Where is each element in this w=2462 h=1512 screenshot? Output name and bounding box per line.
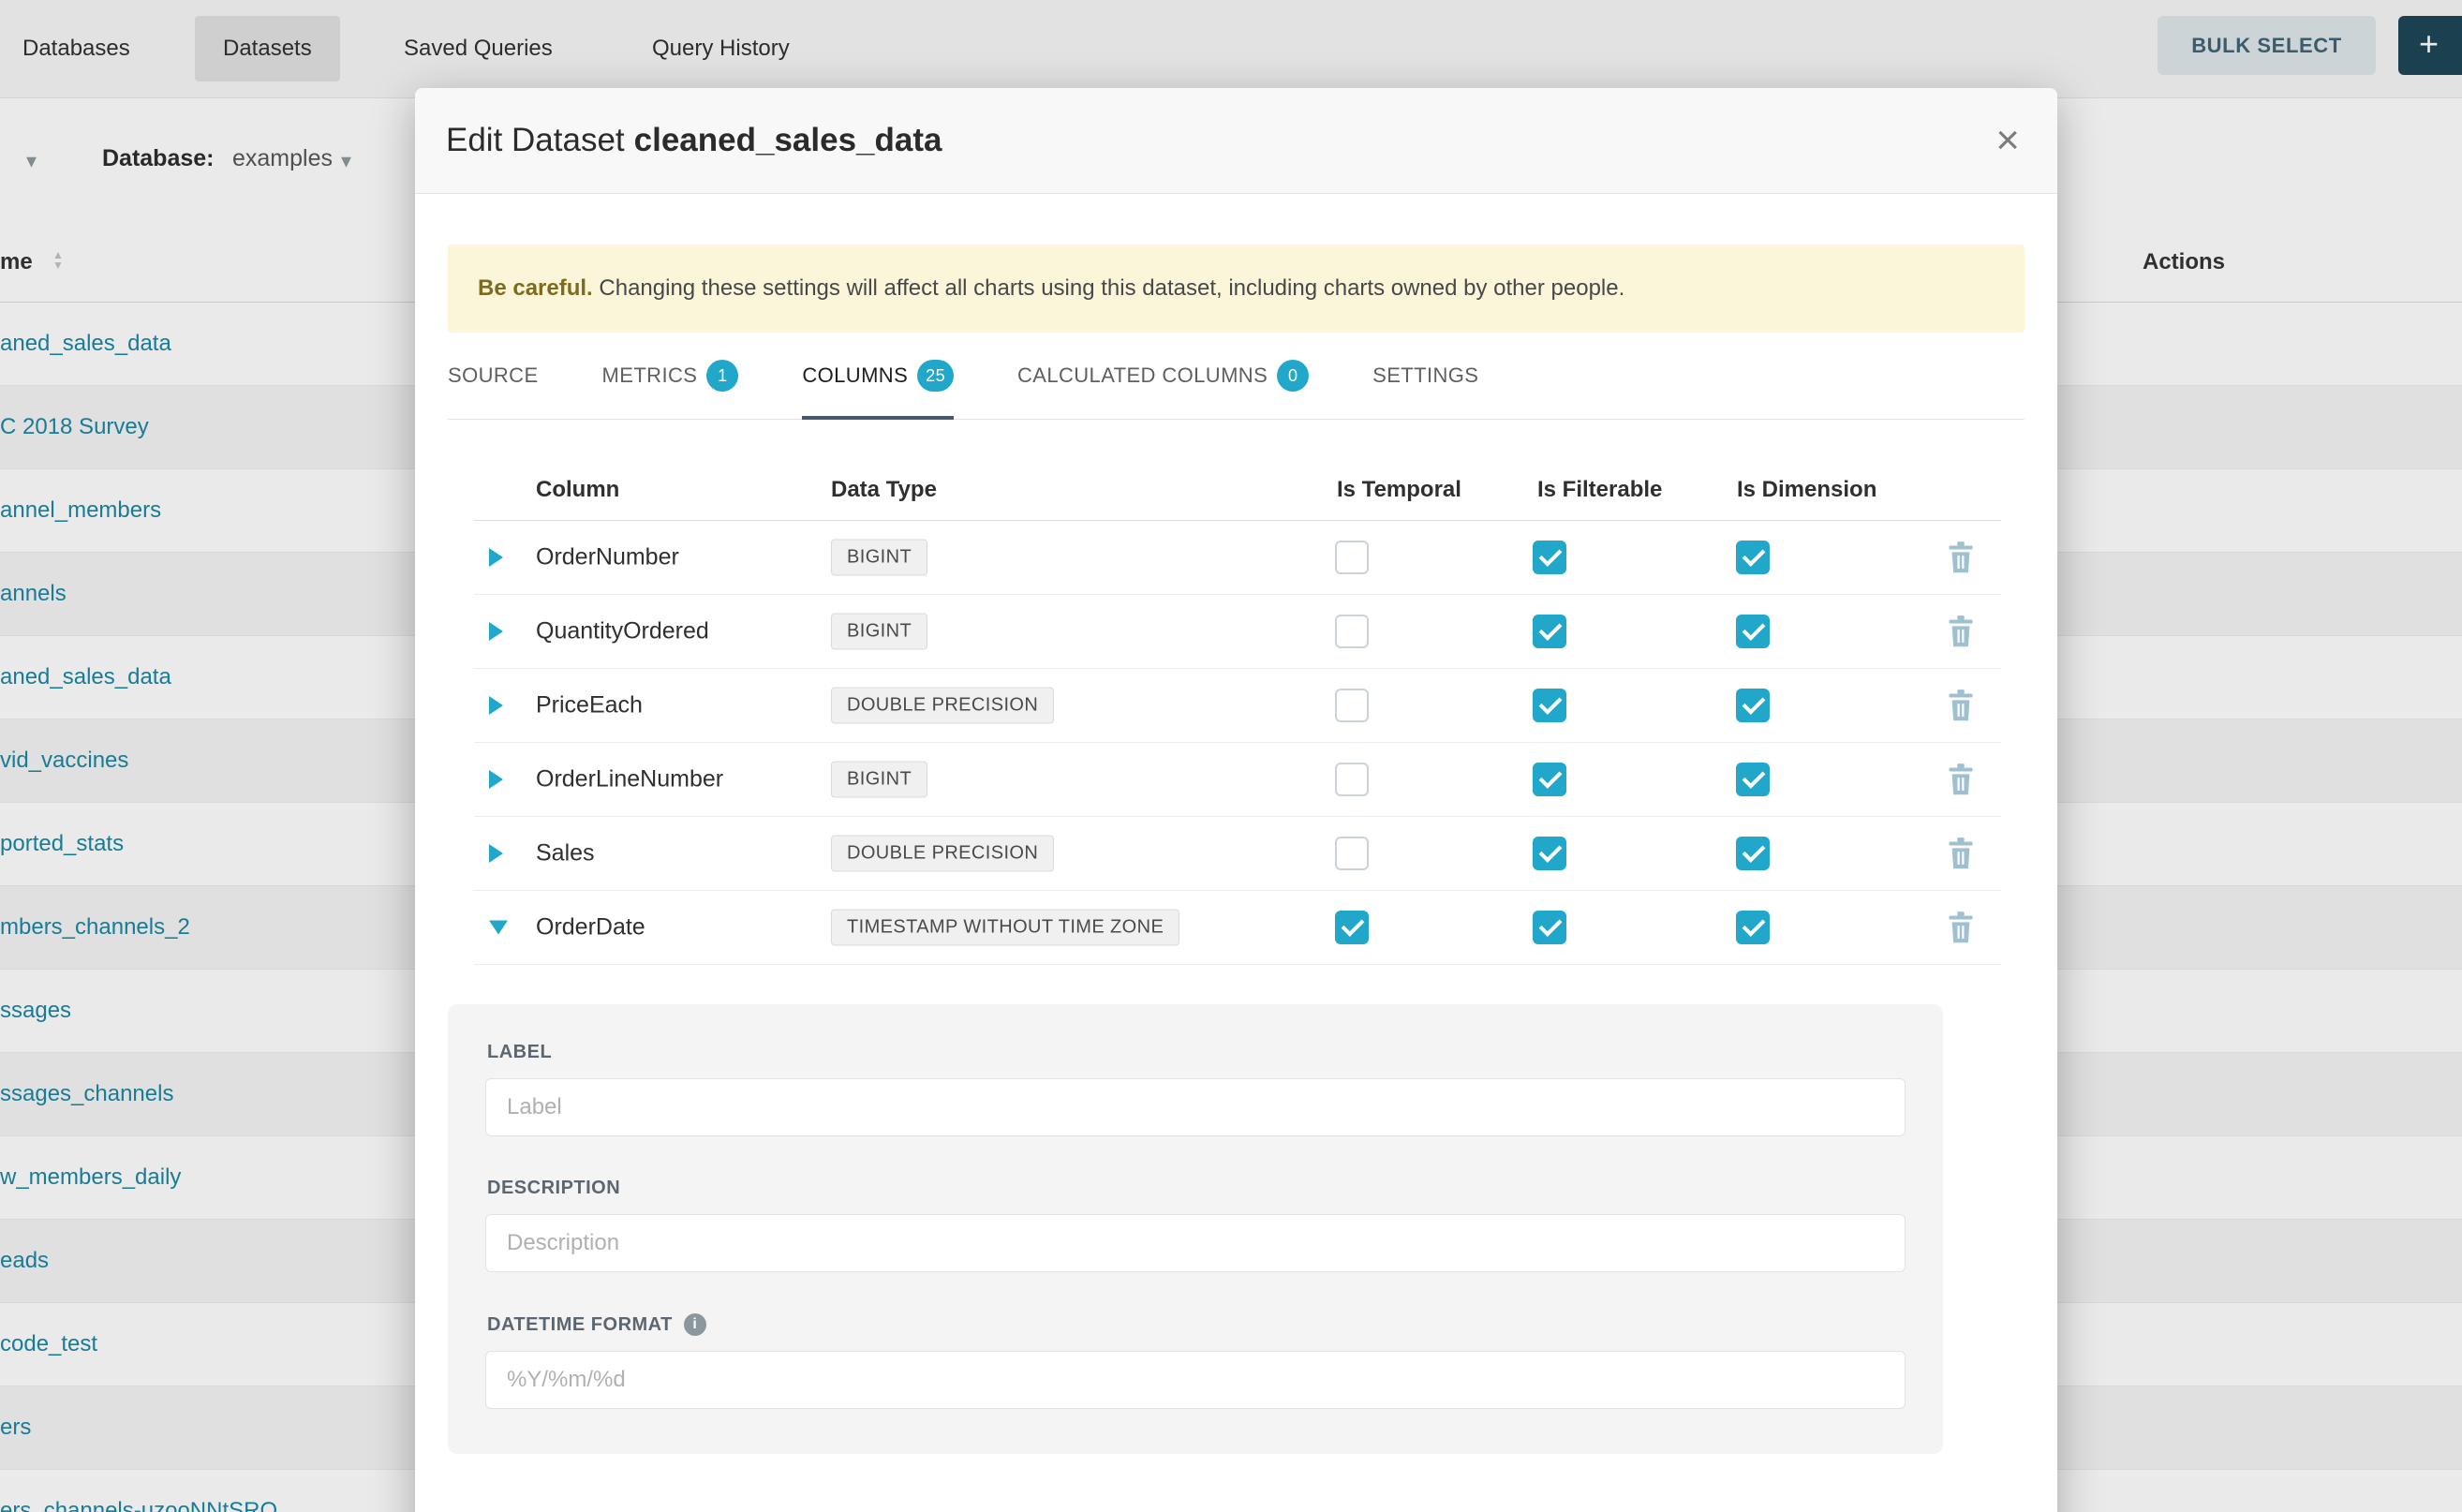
is-temporal-checkbox[interactable] bbox=[1335, 837, 1369, 870]
header-is-dimension: Is Dimension bbox=[1737, 477, 1876, 503]
tab-label: SETTINGS bbox=[1372, 363, 1478, 388]
expand-caret-icon[interactable] bbox=[489, 622, 503, 641]
column-type-badge: BIGINT bbox=[831, 614, 927, 650]
expand-caret-icon[interactable] bbox=[489, 548, 503, 567]
column-type-badge: TIMESTAMP WITHOUT TIME ZONE bbox=[831, 910, 1179, 946]
datetime-format-input[interactable] bbox=[485, 1351, 1906, 1409]
tab-source[interactable]: SOURCE bbox=[448, 333, 539, 419]
is-filterable-checkbox[interactable] bbox=[1533, 837, 1566, 870]
expand-caret-icon[interactable] bbox=[489, 696, 503, 715]
is-dimension-checkbox[interactable] bbox=[1736, 837, 1770, 870]
expand-caret-icon[interactable] bbox=[489, 770, 503, 789]
delete-column-icon[interactable] bbox=[1947, 541, 1975, 573]
is-dimension-checkbox[interactable] bbox=[1736, 763, 1770, 796]
tab-label: CALCULATED COLUMNS bbox=[1017, 363, 1268, 388]
tab-label: COLUMNS bbox=[802, 363, 908, 388]
warning-banner: Be careful. Changing these settings will… bbox=[448, 245, 2024, 333]
label-input[interactable] bbox=[485, 1078, 1906, 1136]
is-filterable-checkbox[interactable] bbox=[1533, 911, 1566, 944]
column-type-badge: DOUBLE PRECISION bbox=[831, 688, 1054, 724]
delete-column-icon[interactable] bbox=[1947, 838, 1975, 869]
column-name: Sales bbox=[536, 840, 595, 867]
edit-dataset-modal: Edit Datasetcleaned_sales_data × Be care… bbox=[415, 88, 2057, 1512]
tab-label: SOURCE bbox=[448, 363, 539, 388]
header-is-filterable: Is Filterable bbox=[1537, 477, 1662, 503]
tab-count-badge: 1 bbox=[706, 360, 738, 392]
column-row: PriceEach DOUBLE PRECISION bbox=[474, 669, 2001, 743]
delete-column-icon[interactable] bbox=[1947, 689, 1975, 721]
modal-header: Edit Datasetcleaned_sales_data × bbox=[415, 88, 2057, 194]
is-filterable-checkbox[interactable] bbox=[1533, 689, 1566, 722]
label-field-label: LABEL bbox=[487, 1042, 1906, 1063]
columns-table: Column Data Type Is Temporal Is Filterab… bbox=[474, 462, 2001, 965]
is-filterable-checkbox[interactable] bbox=[1533, 763, 1566, 796]
column-detail-panel: LABEL DESCRIPTION DATETIME FORMAT i bbox=[448, 1004, 1943, 1454]
modal-title-prefix: Edit Dataset bbox=[446, 122, 625, 158]
warning-text: Changing these settings will affect all … bbox=[593, 275, 1625, 301]
header-column: Column bbox=[536, 477, 619, 503]
modal-title-dataset-name: cleaned_sales_data bbox=[634, 122, 942, 158]
is-filterable-checkbox[interactable] bbox=[1533, 541, 1566, 574]
description-input[interactable] bbox=[485, 1214, 1906, 1272]
is-temporal-checkbox[interactable] bbox=[1335, 541, 1369, 574]
tab-label: METRICS bbox=[602, 363, 698, 388]
columns-table-header: Column Data Type Is Temporal Is Filterab… bbox=[474, 462, 2001, 521]
column-name: OrderDate bbox=[536, 914, 645, 941]
tab-columns[interactable]: COLUMNS 25 bbox=[802, 333, 954, 419]
is-temporal-checkbox[interactable] bbox=[1335, 689, 1369, 722]
column-type-badge: BIGINT bbox=[831, 540, 927, 576]
delete-column-icon[interactable] bbox=[1947, 615, 1975, 647]
is-dimension-checkbox[interactable] bbox=[1736, 911, 1770, 944]
column-name: OrderLineNumber bbox=[536, 766, 723, 793]
header-is-temporal: Is Temporal bbox=[1337, 477, 1461, 503]
modal-title: Edit Datasetcleaned_sales_data bbox=[446, 88, 942, 193]
is-temporal-checkbox[interactable] bbox=[1335, 615, 1369, 648]
expand-caret-icon[interactable] bbox=[489, 844, 503, 863]
tab-settings[interactable]: SETTINGS bbox=[1372, 333, 1478, 419]
info-icon[interactable]: i bbox=[684, 1313, 706, 1336]
delete-column-icon[interactable] bbox=[1947, 912, 1975, 943]
column-name: OrderNumber bbox=[536, 544, 679, 571]
is-dimension-checkbox[interactable] bbox=[1736, 541, 1770, 574]
column-type-badge: DOUBLE PRECISION bbox=[831, 836, 1054, 872]
tab-metrics[interactable]: METRICS 1 bbox=[602, 333, 739, 419]
column-row: OrderDate TIMESTAMP WITHOUT TIME ZONE bbox=[474, 891, 2001, 965]
description-field-label: DESCRIPTION bbox=[487, 1178, 1906, 1199]
column-row: QuantityOrdered BIGINT bbox=[474, 595, 2001, 669]
is-temporal-checkbox[interactable] bbox=[1335, 911, 1369, 944]
columns-table-body: OrderNumber BIGINT QuantityOrdered BIGIN… bbox=[474, 521, 2001, 965]
tab-count-badge: 0 bbox=[1277, 360, 1309, 392]
warning-bold-text: Be careful. bbox=[478, 275, 593, 301]
tab-calculated-columns[interactable]: CALCULATED COLUMNS 0 bbox=[1017, 333, 1309, 419]
column-row: Sales DOUBLE PRECISION bbox=[474, 817, 2001, 891]
column-type-badge: BIGINT bbox=[831, 762, 927, 798]
column-name: PriceEach bbox=[536, 692, 643, 719]
column-name: QuantityOrdered bbox=[536, 618, 709, 645]
is-dimension-checkbox[interactable] bbox=[1736, 689, 1770, 722]
datetime-format-field-label: DATETIME FORMAT i bbox=[487, 1313, 1906, 1336]
app-root: Databases Datasets Saved Queries Query H… bbox=[0, 0, 2462, 1512]
close-icon[interactable]: × bbox=[1995, 120, 2020, 161]
delete-column-icon[interactable] bbox=[1947, 763, 1975, 795]
modal-body: Be careful. Changing these settings will… bbox=[415, 245, 2057, 1454]
header-data-type: Data Type bbox=[831, 477, 937, 503]
is-dimension-checkbox[interactable] bbox=[1736, 615, 1770, 648]
is-filterable-checkbox[interactable] bbox=[1533, 615, 1566, 648]
modal-tabs: SOURCE METRICS 1 COLUMNS 25 CALCULATED COLUMN… bbox=[448, 333, 2024, 420]
tab-count-badge: 25 bbox=[917, 360, 954, 392]
column-row: OrderLineNumber BIGINT bbox=[474, 743, 2001, 817]
expand-caret-icon[interactable] bbox=[489, 921, 508, 935]
column-row: OrderNumber BIGINT bbox=[474, 521, 2001, 595]
is-temporal-checkbox[interactable] bbox=[1335, 763, 1369, 796]
